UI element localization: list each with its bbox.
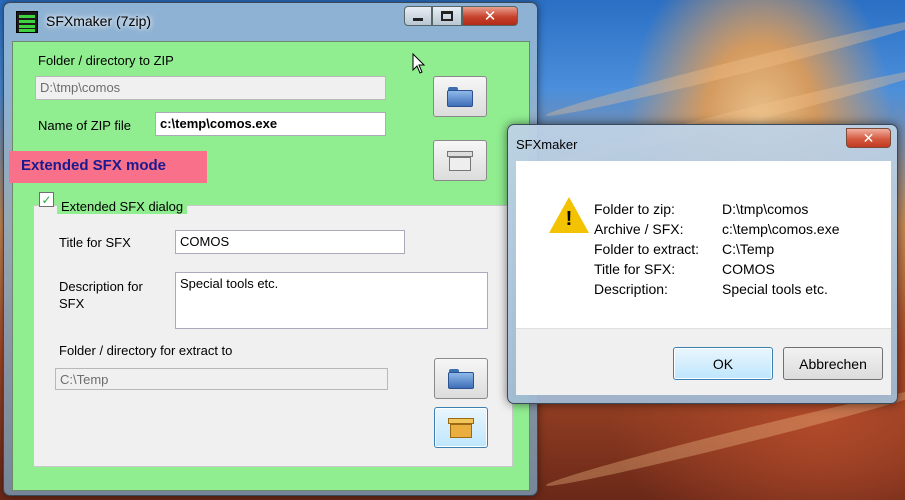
zip-name-input[interactable]: c:\temp\comos.exe <box>155 112 386 136</box>
caption-buttons: ✕ <box>404 6 518 26</box>
dialog-title: SFXmaker <box>516 137 578 152</box>
warning-mark: ! <box>565 208 573 230</box>
confirm-dialog: SFXmaker ✕ ! Folder to zip: D:\tmp\comos… <box>507 124 898 404</box>
dialog-value: c:\temp\comos.exe <box>722 221 840 237</box>
description-label-line2: SFX <box>59 296 85 311</box>
extended-dialog-checkbox[interactable]: ✓ <box>39 192 54 207</box>
zip-name-label: Name of ZIP file <box>38 118 131 133</box>
extract-folder-input[interactable]: C:\Temp <box>55 368 388 390</box>
dialog-value: D:\tmp\comos <box>722 201 809 217</box>
folder-icon <box>447 86 473 107</box>
dialog-key: Folder to zip: <box>594 201 675 217</box>
extended-dialog-group: Title for SFX COMOS Description for SFX … <box>33 205 513 467</box>
app-icon <box>16 11 38 33</box>
description-label-line1: Description for <box>59 279 143 294</box>
dialog-message-area: ! Folder to zip: D:\tmp\comos Archive / … <box>516 161 891 328</box>
window-title: SFXmaker (7zip) <box>46 13 152 29</box>
make-sfx-button[interactable] <box>434 407 488 448</box>
cancel-button[interactable]: Abbrechen <box>783 347 883 380</box>
extended-mode-banner: Extended SFX mode <box>9 151 207 183</box>
dialog-value: C:\Temp <box>722 241 775 257</box>
browse-folder-button[interactable] <box>433 76 487 117</box>
folder-input[interactable]: D:\tmp\comos <box>35 76 386 100</box>
close-button[interactable]: ✕ <box>462 6 518 26</box>
dialog-key: Description: <box>594 281 668 297</box>
maximize-icon <box>441 11 453 21</box>
extended-dialog-label: Extended SFX dialog <box>57 199 188 214</box>
ok-button[interactable]: OK <box>673 347 773 380</box>
main-window: SFXmaker (7zip) ✕ Folder / directory to … <box>3 2 538 496</box>
folder-icon <box>448 368 474 389</box>
create-archive-button[interactable] <box>433 140 487 181</box>
dialog-button-bar: OK Abbrechen <box>516 328 891 395</box>
description-textarea[interactable]: Special tools etc. <box>175 272 488 329</box>
dialog-key: Title for SFX: <box>594 261 676 277</box>
checkmark-icon: ✓ <box>41 192 52 207</box>
dialog-value: Special tools etc. <box>722 281 828 297</box>
extract-folder-label: Folder / directory for extract to <box>59 343 233 358</box>
box-icon <box>448 417 474 438</box>
mouse-cursor-icon <box>412 53 426 74</box>
dialog-key: Archive / SFX: <box>594 221 684 237</box>
maximize-button[interactable] <box>432 6 462 26</box>
browse-extract-button[interactable] <box>434 358 488 399</box>
close-icon: ✕ <box>862 129 875 146</box>
dialog-close-button[interactable]: ✕ <box>846 128 891 148</box>
background-stripe <box>544 11 905 123</box>
sfx-title-label: Title for SFX <box>59 235 131 250</box>
close-icon: ✕ <box>483 8 497 25</box>
dialog-key: Folder to extract: <box>594 241 700 257</box>
main-client-area: Folder / directory to ZIP D:\tmp\comos N… <box>9 41 530 491</box>
minimize-icon <box>413 17 423 21</box>
box-icon <box>447 150 473 171</box>
sfx-title-input[interactable]: COMOS <box>175 230 405 254</box>
dialog-value: COMOS <box>722 261 775 277</box>
minimize-button[interactable] <box>404 6 432 26</box>
folder-label: Folder / directory to ZIP <box>38 53 174 68</box>
